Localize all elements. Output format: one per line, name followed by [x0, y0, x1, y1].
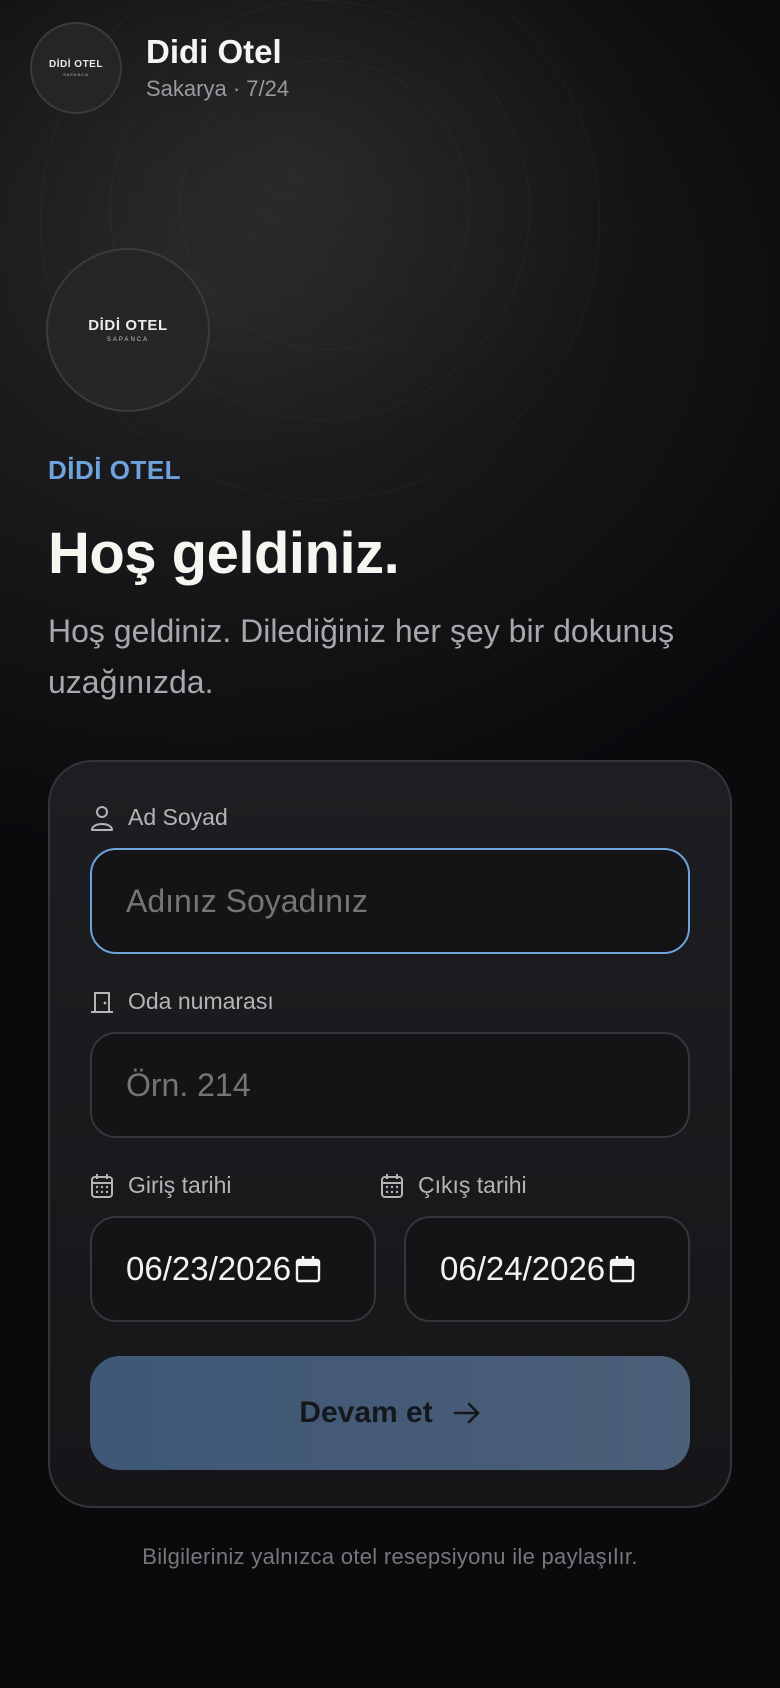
person-icon: [91, 805, 113, 831]
app-subtitle: Sakarya · 7/24: [146, 76, 290, 102]
brand-label: DİDİ OTEL: [48, 455, 182, 485]
intro-text: Hoş geldiniz. Dilediğiniz her şey bir do…: [48, 613, 675, 701]
checkout-field-label: Çıkış tarihi: [380, 1172, 527, 1199]
checkin-form-card: Ad Soyad Oda numarası Giriş tarihi: [48, 760, 732, 1508]
calendar-icon: [91, 1173, 113, 1198]
calendar-picker-icon[interactable]: [609, 1255, 635, 1283]
checkin-date-input[interactable]: 06/23/2026: [90, 1216, 376, 1322]
calendar-icon: [381, 1173, 403, 1198]
checkin-field-label: Giriş tarihi: [90, 1172, 232, 1199]
app-title: Didi Otel: [146, 32, 282, 70]
page-title: Hoş geldiniz.: [48, 521, 400, 586]
hotel-logo-large: DİDİ OTEL SAPANCA: [46, 248, 210, 412]
room-number-input[interactable]: [90, 1032, 690, 1138]
calendar-picker-icon[interactable]: [295, 1255, 321, 1283]
welcome-screen: DİDİ OTEL SAPANCA Didi Otel Sakarya · 7/…: [0, 0, 780, 1688]
checkout-date-input[interactable]: 06/24/2026: [404, 1216, 690, 1322]
continue-button[interactable]: Devam et: [90, 1356, 690, 1470]
app-header: DİDİ OTEL SAPANCA Didi Otel Sakarya · 7/…: [30, 22, 289, 114]
room-field-label: Oda numarası: [90, 988, 274, 1015]
arrow-right-icon: [453, 1402, 480, 1424]
door-icon: [91, 991, 113, 1013]
privacy-note: Bilgileriniz yalnızca otel resepsiyonu i…: [142, 1544, 638, 1569]
hotel-logo-small: DİDİ OTEL SAPANCA: [30, 22, 122, 114]
name-input[interactable]: [90, 848, 690, 954]
name-field-label: Ad Soyad: [90, 804, 228, 831]
